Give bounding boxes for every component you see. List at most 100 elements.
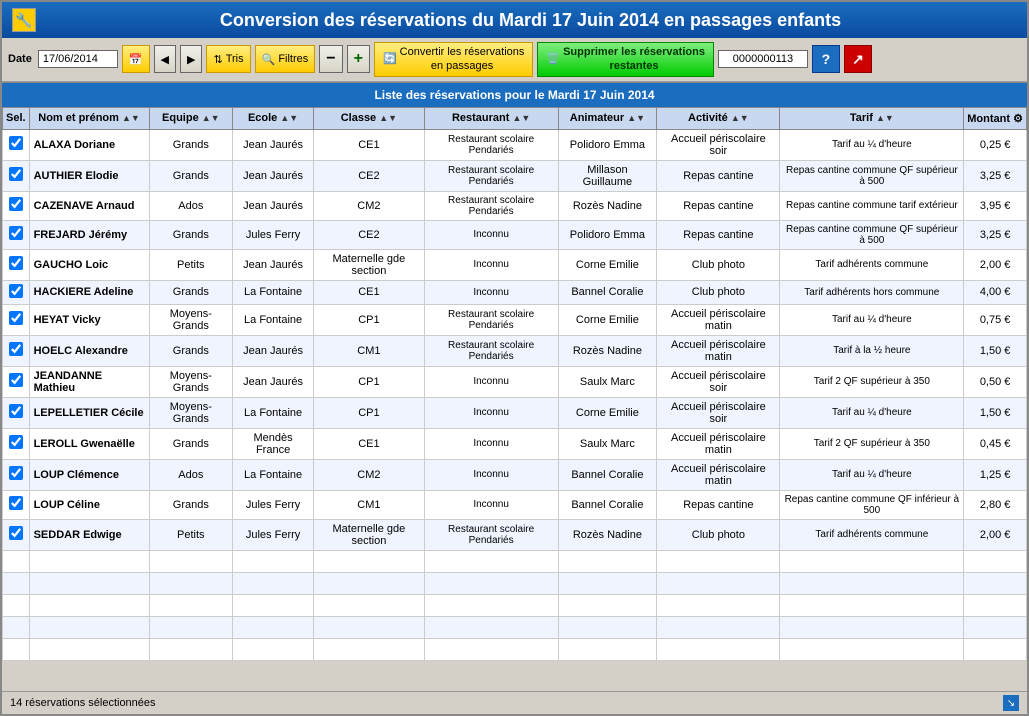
row-restaurant: Restaurant scolaire Pendariés	[424, 304, 558, 335]
col-equipe[interactable]: Equipe ▲▼	[149, 107, 233, 129]
help-button[interactable]: ?	[812, 45, 840, 73]
scroll-indicator: ↘	[1003, 695, 1019, 711]
row-tarif: Tarif au ¼ d'heure	[780, 459, 964, 490]
row-tarif: Tarif adhérents commune	[780, 249, 964, 280]
row-ecole: Jean Jaurés	[233, 249, 314, 280]
row-checkbox[interactable]	[9, 311, 23, 325]
row-checkbox[interactable]	[9, 284, 23, 298]
row-checkbox[interactable]	[9, 435, 23, 449]
row-restaurant: Inconnu	[424, 366, 558, 397]
row-equipe: Ados	[149, 459, 233, 490]
montant-settings-icon[interactable]: ⚙	[1013, 113, 1023, 125]
row-montant: 1,50 €	[964, 397, 1027, 428]
prev-button[interactable]: ◀	[154, 45, 176, 73]
row-animateur: Corne Emilie	[558, 304, 657, 335]
row-checkbox-cell[interactable]	[3, 160, 30, 191]
row-checkbox[interactable]	[9, 197, 23, 211]
row-checkbox[interactable]	[9, 256, 23, 270]
col-tarif[interactable]: Tarif ▲▼	[780, 107, 964, 129]
row-activite: Repas cantine	[657, 220, 780, 249]
row-checkbox-cell[interactable]	[3, 220, 30, 249]
row-checkbox[interactable]	[9, 466, 23, 480]
row-checkbox-cell[interactable]	[3, 304, 30, 335]
row-classe: CE1	[314, 280, 425, 304]
sort-arrow-equipe: ▲▼	[202, 113, 220, 123]
row-equipe: Moyens-Grands	[149, 366, 233, 397]
row-equipe: Ados	[149, 191, 233, 220]
table-wrapper[interactable]: Sel. Nom et prénom ▲▼ Equipe ▲▼ Ecole ▲▼…	[2, 107, 1027, 691]
row-restaurant: Restaurant scolaire Pendariés	[424, 160, 558, 191]
row-tarif: Tarif adhérents commune	[780, 519, 964, 550]
row-animateur: Rozès Nadine	[558, 519, 657, 550]
filtres-button[interactable]: 🔍 Filtres	[255, 45, 316, 73]
row-checkbox-cell[interactable]	[3, 397, 30, 428]
row-ecole: Jules Ferry	[233, 220, 314, 249]
row-checkbox[interactable]	[9, 167, 23, 181]
plus-button[interactable]: +	[347, 45, 370, 73]
row-classe: CE2	[314, 220, 425, 249]
row-activite: Accueil périscolaire matin	[657, 335, 780, 366]
row-montant: 1,25 €	[964, 459, 1027, 490]
row-classe: CP1	[314, 366, 425, 397]
row-classe: CP1	[314, 397, 425, 428]
row-ecole: Jean Jaurés	[233, 191, 314, 220]
supprimer-button[interactable]: 🗑️ Supprimer les réservationsrestantes	[537, 42, 714, 77]
row-checkbox[interactable]	[9, 526, 23, 540]
row-checkbox[interactable]	[9, 404, 23, 418]
row-checkbox-cell[interactable]	[3, 490, 30, 519]
row-checkbox-cell[interactable]	[3, 280, 30, 304]
row-tarif: Repas cantine commune QF inférieur à 500	[780, 490, 964, 519]
num-input[interactable]	[718, 50, 808, 68]
row-checkbox-cell[interactable]	[3, 335, 30, 366]
plus-icon: +	[354, 50, 363, 68]
row-checkbox-cell[interactable]	[3, 249, 30, 280]
next-icon: ▶	[187, 53, 195, 66]
row-checkbox-cell[interactable]	[3, 459, 30, 490]
row-equipe: Grands	[149, 335, 233, 366]
col-nom[interactable]: Nom et prénom ▲▼	[29, 107, 149, 129]
row-checkbox[interactable]	[9, 496, 23, 510]
row-nom: FREJARD Jérémy	[29, 220, 149, 249]
row-ecole: Jean Jaurés	[233, 335, 314, 366]
empty-row	[3, 594, 1027, 616]
table-row: LOUP ClémenceAdosLa FontaineCM2InconnuBa…	[3, 459, 1027, 490]
convert-button[interactable]: 🔄 Convertir les réservationsen passages	[374, 42, 533, 77]
row-nom: LOUP Céline	[29, 490, 149, 519]
row-nom: HOELC Alexandre	[29, 335, 149, 366]
row-activite: Repas cantine	[657, 160, 780, 191]
row-checkbox-cell[interactable]	[3, 366, 30, 397]
col-activite[interactable]: Activité ▲▼	[657, 107, 780, 129]
col-animateur[interactable]: Animateur ▲▼	[558, 107, 657, 129]
row-ecole: Jean Jaurés	[233, 160, 314, 191]
reservations-table: Sel. Nom et prénom ▲▼ Equipe ▲▼ Ecole ▲▼…	[2, 107, 1027, 661]
date-input[interactable]	[38, 50, 118, 68]
row-checkbox-cell[interactable]	[3, 519, 30, 550]
prev-icon: ◀	[161, 53, 169, 66]
col-restaurant[interactable]: Restaurant ▲▼	[424, 107, 558, 129]
calendar-button[interactable]: 📅	[122, 45, 150, 73]
filtres-icon: 🔍	[262, 53, 276, 66]
row-restaurant: Inconnu	[424, 280, 558, 304]
col-ecole[interactable]: Ecole ▲▼	[233, 107, 314, 129]
row-checkbox[interactable]	[9, 373, 23, 387]
close-button[interactable]: ↗	[844, 45, 872, 73]
next-button[interactable]: ▶	[180, 45, 202, 73]
sort-arrow-classe: ▲▼	[379, 113, 397, 123]
col-montant[interactable]: Montant ⚙	[964, 107, 1027, 129]
col-classe[interactable]: Classe ▲▼	[314, 107, 425, 129]
row-checkbox[interactable]	[9, 226, 23, 240]
table-row: LEPELLETIER CécileMoyens-GrandsLa Fontai…	[3, 397, 1027, 428]
row-animateur: Polidoro Emma	[558, 220, 657, 249]
row-restaurant: Inconnu	[424, 490, 558, 519]
minus-button[interactable]: −	[319, 45, 342, 73]
row-equipe: Grands	[149, 129, 233, 160]
tris-button[interactable]: ⇅ Tris	[206, 45, 250, 73]
help-icon: ?	[822, 51, 831, 67]
row-checkbox[interactable]	[9, 136, 23, 150]
row-checkbox-cell[interactable]	[3, 428, 30, 459]
date-label: Date	[8, 53, 32, 65]
row-checkbox[interactable]	[9, 342, 23, 356]
table-row: HOELC AlexandreGrandsJean JaurésCM1Resta…	[3, 335, 1027, 366]
row-checkbox-cell[interactable]	[3, 129, 30, 160]
row-checkbox-cell[interactable]	[3, 191, 30, 220]
